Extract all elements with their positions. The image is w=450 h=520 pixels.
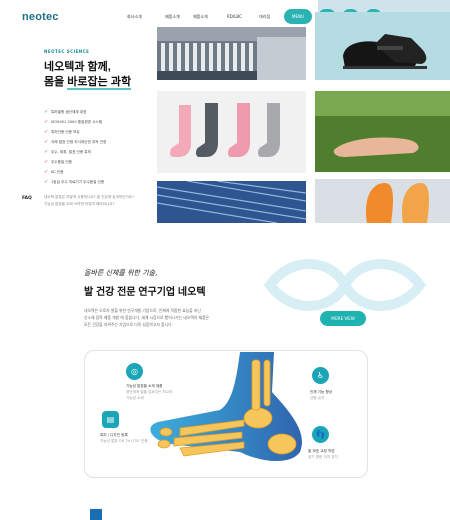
faq-item[interactable]: 네오텍 깔창은 어떻게 사용하나요? 발 건강에 효과적인가요? [44, 194, 134, 201]
check-icon: ✓ [44, 169, 49, 175]
callout-sub: 걷기 편한 지지 유지 [308, 455, 338, 459]
check-item: ✓ ISO9001 2000 품질경영 시스템 [44, 117, 106, 127]
more-view-button[interactable]: MORE VIEW [320, 311, 366, 326]
faq-item[interactable]: 기능성 깔창을 오래 쓰려면 어떻게 해야하나요? [44, 201, 134, 208]
check-item: ✓ 특허인증 인증 보유 [44, 127, 106, 137]
body-line: 네오텍은 오로지 발을 위한 연구개발 기업으로, 인체에 적합한 효능을 지닌 [84, 308, 201, 313]
check-text: 특허출원 생산체계 대표 [51, 109, 87, 114]
fabric-illustration [157, 181, 306, 223]
callout-function: 인체 기능 향상 균형 유지 [310, 389, 332, 401]
foot-skeleton-illustration [150, 352, 302, 462]
insole-photo[interactable] [315, 179, 450, 223]
section-title: 발 건강 전문 연구기업 네오텍 [84, 287, 206, 298]
check-text: 특허인증 인증 보유 [51, 129, 80, 134]
section-script-line: 올바른 신체를 위한 기술, [84, 269, 158, 277]
check-icon: ✓ [44, 109, 49, 115]
check-text: KC 인증 [51, 169, 64, 174]
patent-icon: ▤ [102, 411, 119, 428]
nav-item-3[interactable]: 제품소개 [193, 14, 208, 20]
check-item: ✓ 특허출원 생산체계 대표 [44, 107, 106, 117]
callout-patent: 특허 / 디자인 등록 기능성 깔창 OR TH OTIC 인증 [100, 432, 148, 444]
brand-logo[interactable]: neotec [22, 11, 59, 23]
shoe-photo[interactable] [315, 12, 450, 80]
check-text: 우수, 제휴, 발표 인증 특허 [51, 149, 91, 154]
check-icon: ✓ [44, 159, 49, 165]
foot-protect-icon: 👣 [312, 426, 329, 443]
check-text: 국제 발표 인정 지식재산권 취득 인정 [51, 139, 107, 144]
nav-item-2[interactable]: 제품소개 [165, 14, 180, 20]
intro-kicker: NEOTEC SCIENCE [44, 49, 90, 54]
check-text: 1등급 우수 의료기기 우수품질 인증 [51, 179, 105, 184]
factory-photo[interactable] [157, 27, 306, 80]
check-icon: ✓ [44, 179, 49, 185]
check-item: ✓ 국제 발표 인정 지식재산권 취득 인정 [44, 137, 106, 147]
callout-protect: 발 보호 교정 작업 걷기 편한 지지 유지 [308, 448, 338, 460]
nav-item-1[interactable]: 회사소개 [127, 14, 142, 20]
socks-illustration [170, 103, 280, 157]
section-body: 네오텍은 오로지 발을 위한 연구개발 기업으로, 인체에 적합한 효능을 지닌… [84, 307, 274, 328]
check-icon: ✓ [44, 129, 49, 135]
foot-grass-photo[interactable] [315, 91, 450, 172]
check-icon: ✓ [44, 119, 49, 125]
faq-label: FAQ [22, 196, 32, 201]
material-icon: ◎ [126, 363, 143, 380]
headline-line-2-pre: 몸을 [44, 76, 68, 88]
body-line: 모든 건강을 지켜주는 기업으로 더욱 성장하고자 합니다. [84, 322, 173, 327]
foot-grass-illustration [315, 91, 450, 172]
intro-headline: 네오텍과 함께, 몸을 바로잡는 과학 [44, 60, 132, 90]
callout-sub: 균형 유지 [310, 396, 325, 400]
callout-sub: 편안하게 발을 감싸주는 최고의 기능성 소재 [126, 390, 173, 400]
check-icon: ✓ [44, 139, 49, 145]
socks-photo[interactable] [157, 91, 306, 173]
check-text: 우수품질 인증 [51, 159, 72, 164]
nav-item-4[interactable]: RD/LBC [227, 14, 242, 19]
check-icon: ✓ [44, 149, 49, 155]
headline-highlight: 바로잡는 과학 [67, 76, 132, 90]
factory-illustration [157, 27, 306, 80]
headline-line-2: 몸을 바로잡는 과학 [44, 75, 132, 90]
check-item: ✓ 우수, 제휴, 발표 인증 특허 [44, 147, 106, 157]
check-text: ISO9001 2000 품질경영 시스템 [51, 119, 103, 124]
insole-illustration [365, 183, 429, 223]
faq-list: 네오텍 깔창은 어떻게 사용하나요? 발 건강에 효과적인가요? 기능성 깔창을… [44, 194, 134, 208]
certification-list: ✓ 특허출원 생산체계 대표 ✓ ISO9001 2000 품질경영 시스템 ✓ 특허… [44, 107, 106, 187]
menu-pill-button[interactable]: MENU [284, 9, 312, 24]
callout-material: 기능성 깔창을 소재 제품 편안하게 발을 감싸주는 최고의 기능성 소재 [126, 383, 176, 401]
body-line: 신소재 접목 제품 개발 에 힘씁니다. 세계 시장으로 뻗어나가는 네오텍의 … [84, 315, 210, 320]
nav-item-5[interactable]: 대리점 [259, 14, 270, 20]
infinity-decoration [263, 259, 427, 311]
check-item: ✓ KC 인증 [44, 167, 106, 177]
check-item: ✓ 우수품질 인증 [44, 157, 106, 167]
headline-line-1: 네오텍과 함께, [44, 61, 111, 73]
callout-sub: 기능성 깔창 OR TH OTIC 인증 [100, 439, 148, 443]
fabric-photo[interactable] [157, 181, 306, 223]
shoe-illustration [343, 34, 427, 69]
body-function-icon: ♿ [312, 367, 329, 384]
footer-logo-icon [90, 509, 102, 520]
check-item: ✓ 1등급 우수 의료기기 우수품질 인증 [44, 177, 106, 187]
